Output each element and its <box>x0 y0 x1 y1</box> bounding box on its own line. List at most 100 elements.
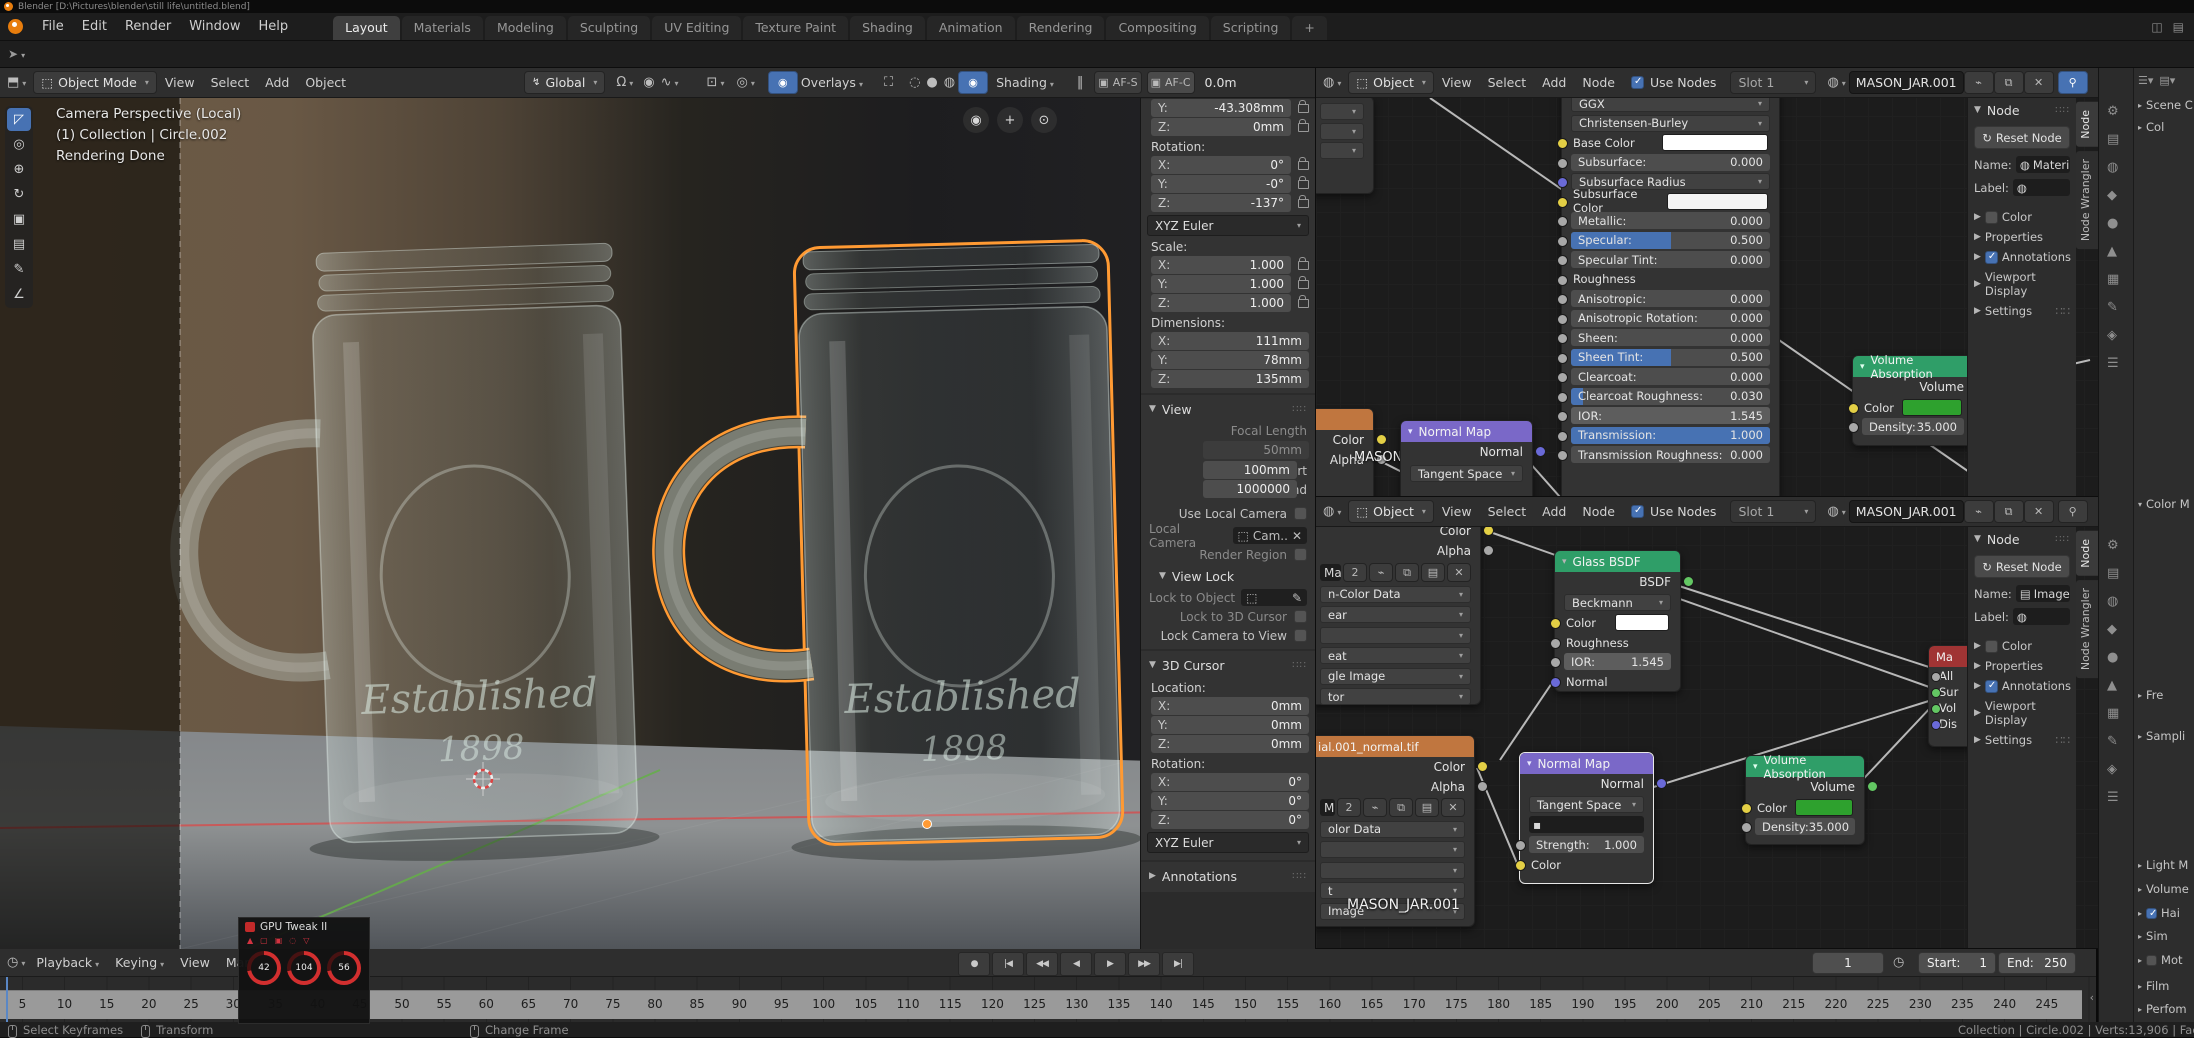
ruler-frame-number[interactable]: 235 <box>1948 997 1976 1011</box>
editor-type-icon[interactable]: ◍▾ <box>1320 504 1344 519</box>
cursor-location-field[interactable]: Z:0mm <box>1151 735 1309 753</box>
playback-button[interactable]: ◀◀ <box>1026 952 1058 976</box>
node-input-row[interactable]: Roughness <box>1571 271 1770 288</box>
properties-tab-icon[interactable]: ✎ <box>2107 300 2118 315</box>
input-socket[interactable] <box>1557 392 1568 403</box>
playback-button[interactable]: ● <box>958 952 990 976</box>
render-region-checkbox[interactable] <box>1294 548 1307 561</box>
node-input-row[interactable]: IOR:1.545 <box>1571 407 1770 424</box>
node-dropdown[interactable]: ▾ <box>1320 862 1465 879</box>
node-label-field[interactable]: ◍ <box>2013 179 2070 196</box>
properties-tab-icon[interactable]: ◈ <box>2107 762 2117 777</box>
properties-tab-icon[interactable]: ▲ <box>2107 244 2117 259</box>
scene-selector-icon[interactable]: ◫ <box>2151 20 2162 34</box>
lock-icon[interactable] <box>1298 199 1309 208</box>
tool-button[interactable]: ✎ <box>7 258 31 281</box>
node-color-row[interactable]: Base Color <box>1571 134 1770 151</box>
af-s-button[interactable]: ▣ AF-S <box>1094 71 1141 94</box>
ruler-frame-number[interactable]: 165 <box>1358 997 1386 1011</box>
panel-checkbox[interactable] <box>2146 908 2157 919</box>
cursor-rotation-field[interactable]: X:0° <box>1151 773 1309 791</box>
volume-absorption-node[interactable]: ▾Volume Absorption Volume Color Density:… <box>1852 355 1974 446</box>
input-socket[interactable] <box>1557 275 1568 286</box>
ruler-frame-number[interactable]: 230 <box>1906 997 1934 1011</box>
shading-solid-icon[interactable]: ● <box>923 75 940 90</box>
tool-button[interactable]: ⊕ <box>7 158 31 181</box>
node-dropdown[interactable]: tor▾ <box>1320 688 1471 705</box>
playback-menu[interactable]: Playback▾ <box>28 955 107 970</box>
playback-button[interactable]: ▶▶ <box>1128 952 1160 976</box>
ruler-frame-number[interactable]: 240 <box>1991 997 2019 1011</box>
node-name-field[interactable]: ▤ Image <box>2016 585 2070 602</box>
ruler-frame-number[interactable]: 140 <box>1147 997 1175 1011</box>
ruler-frame-number[interactable]: 225 <box>1864 997 1892 1011</box>
scale-field[interactable]: Y:1.000 <box>1151 275 1291 293</box>
cut-panel-row[interactable]: ▸ Sim <box>2138 929 2168 943</box>
af-c-button[interactable]: ▣ AF-C <box>1147 71 1195 94</box>
pan-view-gizmo[interactable]: + <box>997 107 1023 133</box>
properties-tab-icon[interactable]: ◆ <box>2107 188 2117 203</box>
cut-panel-row[interactable]: ▸ Fre <box>2138 688 2163 702</box>
node-panel-header[interactable]: ▼Node∷∷ <box>1968 98 2076 122</box>
camera-view-gizmo[interactable]: ◉ <box>963 107 989 133</box>
clip-start-field[interactable]: 100mm <box>1203 461 1297 479</box>
rotation-field[interactable]: Y:-0° <box>1151 175 1291 193</box>
playback-button[interactable]: |◀ <box>992 952 1024 976</box>
ruler-frame-number[interactable]: 50 <box>388 997 416 1011</box>
shader-menu-item[interactable]: View <box>1434 504 1480 519</box>
ruler-frame-number[interactable]: 135 <box>1105 997 1133 1011</box>
current-frame-field[interactable]: 1 <box>1812 952 1884 974</box>
xray-toggle-icon[interactable]: ⛶ <box>881 75 896 90</box>
sidebar-tab[interactable]: Node <box>2076 102 2098 147</box>
use-local-camera-checkbox[interactable] <box>1294 507 1307 520</box>
ruler-frame-number[interactable]: 95 <box>768 997 796 1011</box>
ruler-frame-number[interactable]: 90 <box>725 997 753 1011</box>
users-count-button[interactable]: 2 <box>1343 563 1367 582</box>
slot-dropdown[interactable]: Slot 1▾ <box>1730 500 1816 523</box>
editor-type-icon[interactable]: ◍▾ <box>1320 75 1344 90</box>
ruler-frame-number[interactable]: 75 <box>599 997 627 1011</box>
shader-menu-item[interactable]: View <box>1434 75 1480 90</box>
viewport-menu-item[interactable]: Object <box>297 75 354 90</box>
normal-map-node[interactable]: ▾Normal Map Normal Tangent Space▾ <box>1400 420 1533 497</box>
view-panel-header[interactable]: ▼View∷∷ <box>1141 397 1315 421</box>
keying-menu[interactable]: Keying▾ <box>107 955 172 970</box>
sidebar-collapse-row[interactable]: ▶ Annotations <box>1968 676 2076 696</box>
pin-button[interactable]: ⚲ <box>2058 500 2088 523</box>
node-dropdown[interactable]: Christensen-Burley▾ <box>1571 115 1770 132</box>
mode-dropdown[interactable]: ⬚ Object Mode▾ <box>33 71 157 94</box>
cursor-rotation-field[interactable]: Y:0° <box>1151 792 1309 810</box>
node-input-row[interactable]: Anisotropic Rotation:0.000 <box>1571 310 1770 327</box>
viewport-canvas[interactable]: Established 1898 Established <box>0 98 1316 949</box>
ruler-frame-number[interactable]: 145 <box>1189 997 1217 1011</box>
playback-button[interactable]: ◀ <box>1060 952 1092 976</box>
cut-panel-row[interactable]: ▸ Film <box>2138 979 2169 993</box>
lock-icon[interactable] <box>1298 180 1309 189</box>
image-datablock-field[interactable]: Material.00.. <box>1320 799 1335 816</box>
node-dropdown[interactable]: ▾ <box>1320 627 1471 644</box>
input-socket[interactable] <box>1557 177 1568 188</box>
cursor-panel-header[interactable]: ▼3D Cursor∷∷ <box>1141 653 1315 677</box>
node-slider[interactable]: Clearcoat Roughness:0.030 <box>1571 388 1770 405</box>
shader-menu-item[interactable]: Add <box>1534 504 1574 519</box>
editor-type-icon[interactable]: ◷▾ <box>4 955 28 970</box>
lock-icon[interactable] <box>1298 280 1309 289</box>
rotation-field[interactable]: X:0° <box>1151 156 1291 174</box>
frame-start-field[interactable]: Start:1 <box>1918 952 1996 974</box>
ruler-frame-number[interactable]: 130 <box>1063 997 1091 1011</box>
node-name-field[interactable]: ◍ Materi <box>2016 156 2070 173</box>
slot-dropdown[interactable]: Slot 1▾ <box>1730 71 1816 94</box>
properties-tab-icon[interactable]: ◍ <box>2107 594 2118 609</box>
ruler-frame-number[interactable]: 70 <box>557 997 585 1011</box>
annotations-panel-header[interactable]: ▶Annotations∷∷ <box>1141 864 1315 888</box>
node-slider[interactable]: Specular:0.500 <box>1571 232 1770 249</box>
transform-gizmo-icon[interactable]: ◎▾ <box>733 75 757 90</box>
sidebar-tab[interactable]: Node Wrangler <box>2076 151 2098 249</box>
input-socket[interactable] <box>1557 372 1568 383</box>
node-slider[interactable]: Anisotropic:0.000 <box>1571 290 1770 307</box>
cut-panel-row[interactable]: ▸ Sampli <box>2138 729 2185 743</box>
fake-user-button[interactable]: ⌁ <box>1964 71 1994 94</box>
ruler-frame-number[interactable]: 185 <box>1527 997 1555 1011</box>
input-socket[interactable] <box>1557 216 1568 227</box>
snap-magnet-icon[interactable]: Ω▾ <box>613 75 636 90</box>
